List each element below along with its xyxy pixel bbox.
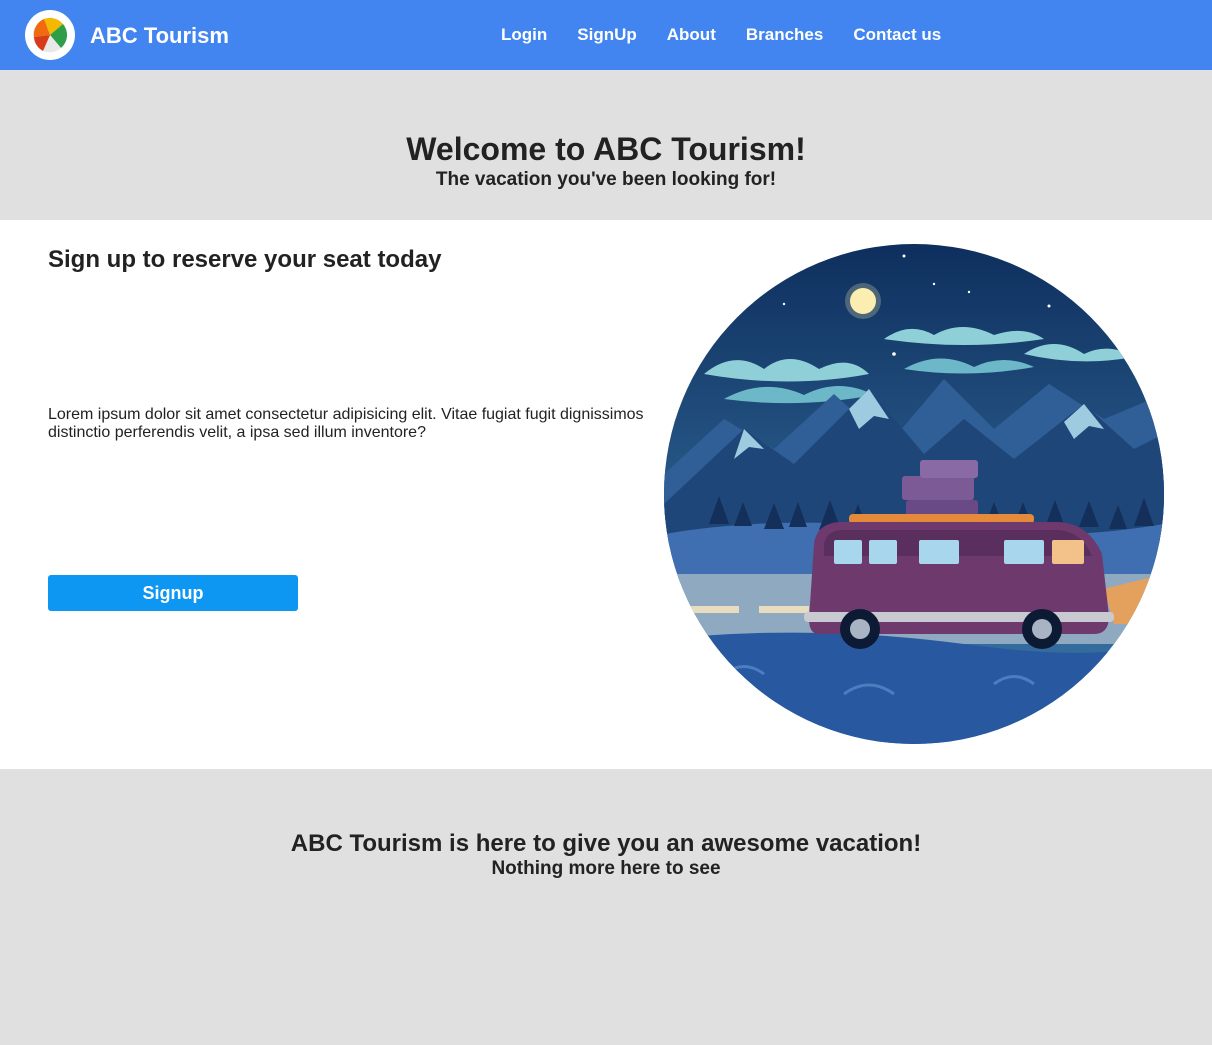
road-trip-illustration	[664, 244, 1164, 744]
nav-branches-link[interactable]: Branches	[731, 23, 838, 47]
nav-login-link[interactable]: Login	[486, 23, 562, 47]
hero-title: Welcome to ABC Tourism!	[406, 131, 806, 167]
nav-about-link[interactable]: About	[652, 23, 731, 47]
nav-contact-link[interactable]: Contact us	[838, 23, 956, 47]
footer-title: ABC Tourism is here to give you an aweso…	[290, 830, 922, 857]
navbar: ABC Tourism Login SignUp About Branches …	[0, 0, 1212, 70]
footer-section: ABC Tourism is here to give you an aweso…	[0, 769, 1212, 1045]
nav-signup-link[interactable]: SignUp	[562, 23, 652, 47]
beach-ball-icon[interactable]	[25, 10, 75, 60]
hero-section: Welcome to ABC Tourism! The vacation you…	[0, 70, 1212, 220]
signup-description: Lorem ipsum dolor sit amet consectetur a…	[48, 406, 644, 441]
nav-menu: Login SignUp About Branches Contact us	[486, 23, 956, 47]
footer-subtitle: Nothing more here to see	[491, 858, 721, 879]
brand-name[interactable]: ABC Tourism	[90, 22, 229, 50]
hero-subtitle: The vacation you've been looking for!	[435, 169, 777, 190]
signup-section: Sign up to reserve your seat today Lorem…	[0, 220, 1212, 769]
signup-button[interactable]: Signup	[48, 575, 298, 611]
signup-heading: Sign up to reserve your seat today	[48, 246, 442, 273]
